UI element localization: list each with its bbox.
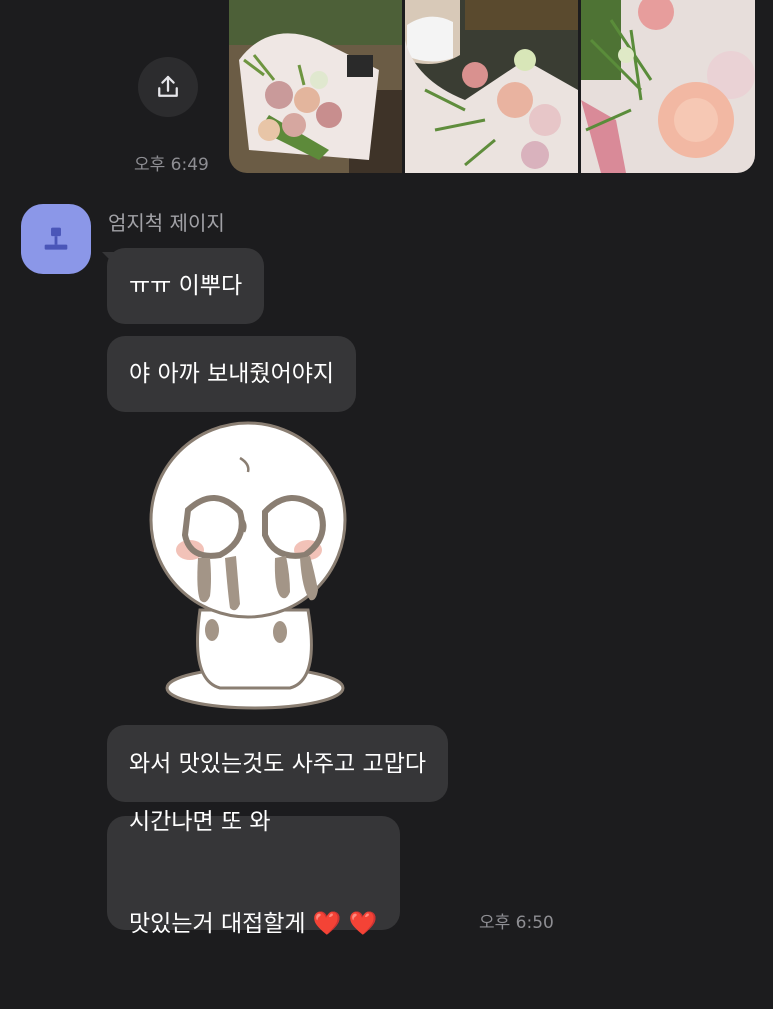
share-icon [158, 75, 178, 97]
message-line: 시간나면 또 와 [129, 809, 271, 835]
photo-bouquet-1[interactable] [229, 0, 402, 173]
photo-selfie-bouquet[interactable] [405, 0, 578, 173]
message-text: 야 아까 보내줬어야지 [129, 361, 335, 387]
default-profile-icon [44, 227, 68, 250]
sender-name: 엄지척 제이지 [108, 211, 225, 235]
heart-emoji: ❤️ ❤️ [312, 911, 378, 937]
message-text: ㅠㅠ 이뿌다 [129, 273, 243, 299]
message-line: 맛있는거 대접할게 [129, 911, 306, 937]
sent-timestamp: 오후 6:49 [134, 155, 209, 175]
sender-avatar[interactable] [21, 204, 91, 274]
photo-carnation-bouquet[interactable] [581, 0, 755, 173]
message-bubble[interactable]: 시간나면 또 와 맛있는거 대접할게 ❤️ ❤️ [107, 809, 400, 937]
crying-character-sticker[interactable] [140, 420, 360, 720]
received-timestamp: 오후 6:50 [479, 913, 554, 933]
message-bubble[interactable]: ㅠㅠ 이뿌다 [107, 248, 265, 324]
message-bubble[interactable]: 야 아까 보내줬어야지 [107, 336, 357, 412]
share-button[interactable] [138, 57, 198, 117]
